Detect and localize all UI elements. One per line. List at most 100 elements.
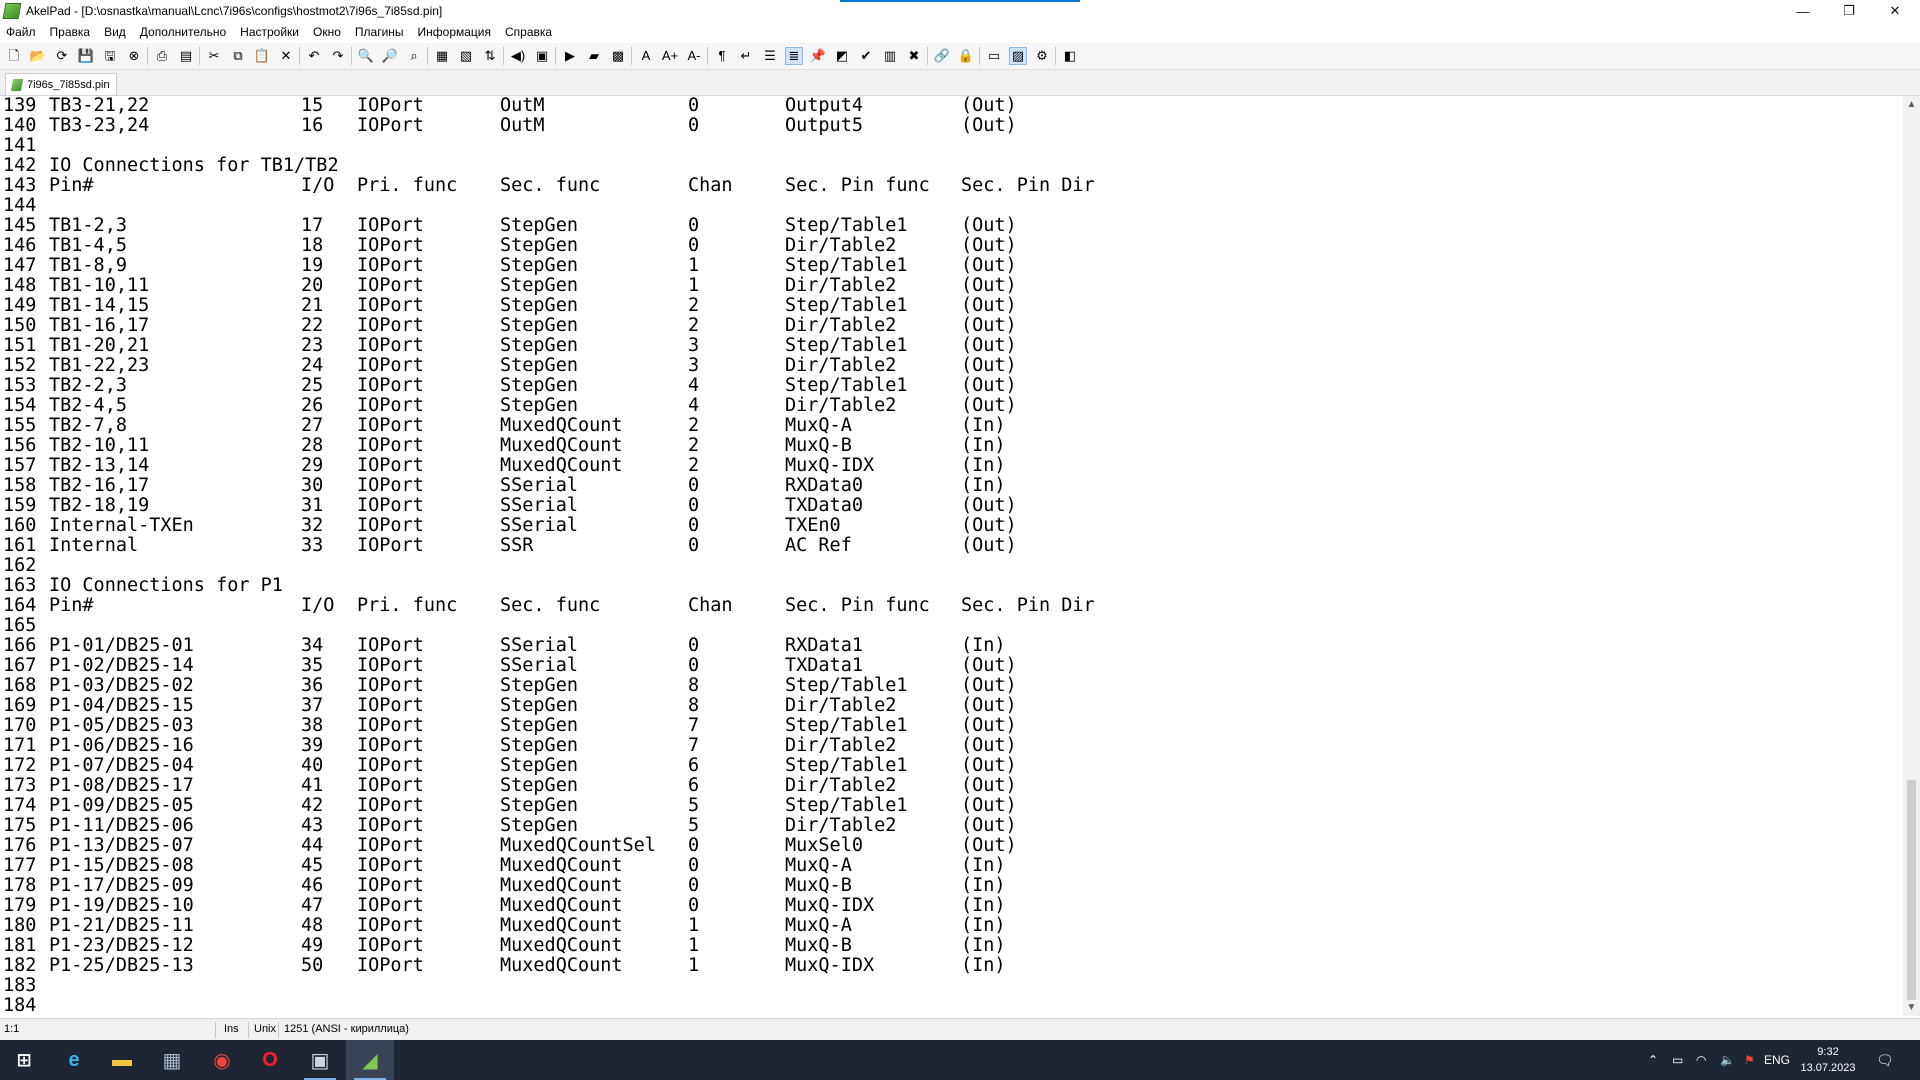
close-button[interactable]: ✕ — [1872, 0, 1918, 22]
text-line[interactable]: 153 TB2-2,3 25 IOPort StepGen 4 Step/Table1 (Ou… — [0, 376, 1100, 396]
show-whitespace-icon[interactable]: ¶ — [714, 48, 730, 64]
text-line[interactable]: 172 P1-07/DB25-04 40 IOPort StepGen 6 Step/Tab… — [0, 756, 1100, 776]
text-line[interactable]: 156 TB2-10,11 28 IOPort MuxedQCount 2 MuxQ-B (I… — [0, 436, 1100, 456]
minimize-button[interactable]: — — [1780, 0, 1826, 22]
network-icon[interactable]: ◠ — [1696, 1040, 1706, 1080]
text-line[interactable]: 163 IO Connections for P1 — [0, 576, 1100, 596]
text-line[interactable]: 168 P1-03/DB25-02 36 IOPort StepGen 8 Step/Tab… — [0, 676, 1100, 696]
text-line[interactable]: 143 Pin# I/O Pri. func Sec. func Chan Sec. Pin… — [0, 176, 1100, 196]
text-line[interactable]: 157 TB2-13,14 29 IOPort MuxedQCount 2 MuxQ-IDX… — [0, 456, 1100, 476]
font-bigger-icon[interactable]: A+ — [662, 48, 678, 64]
paste-icon[interactable]: 📋 — [254, 48, 270, 64]
text-line[interactable]: 173 P1-08/DB25-17 41 IOPort StepGen 6 Dir/Tabl… — [0, 776, 1100, 796]
text-line[interactable]: 166 P1-01/DB25-01 34 IOPort SSerial 0 RXData1 (… — [0, 636, 1100, 656]
text-line[interactable]: 155 TB2-7,8 27 IOPort MuxedQCount 2 MuxQ-A (In) — [0, 416, 1100, 436]
text-line[interactable]: 167 P1-02/DB25-14 35 IOPort SSerial 0 TXData1 (… — [0, 656, 1100, 676]
reopen-icon[interactable]: ⟳ — [54, 48, 70, 64]
text-line[interactable]: 154 TB2-4,5 26 IOPort StepGen 4 Dir/Table2 (Out… — [0, 396, 1100, 416]
save-icon[interactable]: 💾 — [78, 48, 94, 64]
text-line[interactable]: 182 P1-25/DB25-13 50 IOPort MuxedQCount 1 MuxQ… — [0, 956, 1100, 976]
line-numbers-icon[interactable]: ≣ — [785, 47, 803, 65]
text-line[interactable]: 175 P1-11/DB25-06 43 IOPort StepGen 5 Dir/Tabl… — [0, 816, 1100, 836]
menu-item[interactable]: Правка — [43, 25, 98, 39]
menu-item[interactable]: Информация — [411, 25, 498, 39]
copy-icon[interactable]: ⧉ — [230, 48, 246, 64]
tab-file[interactable]: 7i96s_7i85sd.pin — [5, 73, 117, 95]
redo-icon[interactable]: ↷ — [330, 48, 346, 64]
text-line[interactable]: 160 Internal-TXEn 32 IOPort SSerial 0 TXEn0 (Ou… — [0, 516, 1100, 536]
text-line[interactable]: 164 Pin# I/O Pri. func Sec. func Chan Sec. Pin… — [0, 596, 1100, 616]
scroll-down-icon[interactable]: ▼ — [1903, 999, 1920, 1016]
scroll-up-icon[interactable]: ▲ — [1903, 96, 1920, 113]
plugin-icon[interactable]: ◧ — [1062, 48, 1078, 64]
volume-icon[interactable]: 🔈 — [1720, 1040, 1735, 1080]
spellcheck-icon[interactable]: ✔ — [858, 48, 874, 64]
menu-item[interactable]: Дополнительно — [133, 25, 233, 39]
remote-app-icon[interactable]: ▣ — [296, 1040, 344, 1080]
text-line[interactable]: 170 P1-05/DB25-03 38 IOPort StepGen 7 Step/Tab… — [0, 716, 1100, 736]
text-line[interactable]: 183 — [0, 976, 1100, 996]
text-line[interactable]: 145 TB1-2,3 17 IOPort StepGen 0 Step/Table1 (Ou… — [0, 216, 1100, 236]
windows-start-icon[interactable]: ⊞ — [0, 1040, 48, 1080]
text-line[interactable]: 181 P1-23/DB25-12 49 IOPort MuxedQCount 1 MuxQ… — [0, 936, 1100, 956]
text-line[interactable]: 139 TB3-21,22 15 IOPort OutM 0 Output4 (Out) — [0, 96, 1100, 116]
text-line[interactable]: 140 TB3-23,24 16 IOPort OutM 0 Output5 (Out) — [0, 116, 1100, 136]
notifications-icon[interactable]: 🗨 — [1876, 1040, 1894, 1080]
menu-item[interactable]: Настройки — [233, 25, 306, 39]
maximize-button[interactable]: ❐ — [1826, 0, 1872, 22]
text-line[interactable]: 180 P1-21/DB25-11 48 IOPort MuxedQCount 1 MuxQ… — [0, 916, 1100, 936]
save-all-icon[interactable]: 🖫 — [102, 48, 118, 64]
akelpad-icon[interactable]: ◢ — [346, 1040, 394, 1080]
lock-icon[interactable]: 🔒 — [958, 48, 974, 64]
find-icon[interactable]: 🔍 — [358, 48, 374, 64]
text-line[interactable]: 142 IO Connections for TB1/TB2 — [0, 156, 1100, 176]
settings-icon[interactable]: ⚙ — [1034, 48, 1050, 64]
open-file-icon[interactable]: 📂 — [30, 48, 46, 64]
text-line[interactable]: 149 TB1-14,15 21 IOPort StepGen 2 Step/Table1 (… — [0, 296, 1100, 316]
clock[interactable]: 9:32 13.07.2023 — [1788, 1044, 1868, 1076]
column-select-icon[interactable]: ▦ — [434, 48, 450, 64]
scroll-thumb[interactable] — [1907, 780, 1916, 1000]
text-line[interactable]: 165 — [0, 616, 1100, 636]
show-hidden-icons-icon[interactable]: ⌃ — [1648, 1040, 1658, 1080]
link-icon[interactable]: 🔗 — [934, 48, 950, 64]
word-wrap-icon[interactable]: ↵ — [738, 48, 754, 64]
menu-item[interactable]: Файл — [0, 25, 43, 39]
opera-icon[interactable]: O — [246, 1040, 294, 1080]
encoding[interactable]: 1251 (ANSI - кириллица) — [284, 1023, 409, 1035]
tools-icon[interactable]: ✖ — [906, 48, 922, 64]
editor-area[interactable]: 139 TB3-21,22 15 IOPort OutM 0 Output4 (Out) 140… — [0, 96, 1903, 1016]
panel-icon[interactable]: ▭ — [986, 48, 1002, 64]
macro-icon[interactable]: ▣ — [534, 48, 550, 64]
text-line[interactable]: 162 — [0, 556, 1100, 576]
text-line[interactable]: 174 P1-09/DB25-05 42 IOPort StepGen 5 Step/Tab… — [0, 796, 1100, 816]
image-icon[interactable]: ▩ — [610, 48, 626, 64]
text-line[interactable]: 150 TB1-16,17 22 IOPort StepGen 2 Dir/Table2 (O… — [0, 316, 1100, 336]
akelpad-app-icon[interactable] — [2, 3, 22, 19]
font-smaller-icon[interactable]: A- — [686, 48, 702, 64]
sidebar-icon[interactable]: ☰ — [762, 48, 778, 64]
table-icon[interactable]: ▥ — [882, 48, 898, 64]
replace-icon[interactable]: ⌕ — [406, 48, 422, 64]
vertical-scrollbar[interactable]: ▲ ▼ — [1903, 96, 1920, 1016]
text-line[interactable]: 148 TB1-10,11 20 IOPort StepGen 1 Dir/Table2 (O… — [0, 276, 1100, 296]
text-line[interactable]: 152 TB1-22,23 24 IOPort StepGen 3 Dir/Table2 (O… — [0, 356, 1100, 376]
menu-item[interactable]: Плагины — [348, 25, 411, 39]
calculator-icon[interactable]: ▦ — [148, 1040, 196, 1080]
delete-icon[interactable]: ✕ — [278, 48, 294, 64]
chrome-icon[interactable]: ◉ — [198, 1040, 246, 1080]
text-line[interactable]: 159 TB2-18,19 31 IOPort SSerial 0 TXData0 (Out) — [0, 496, 1100, 516]
close-file-icon[interactable]: ⊗ — [126, 48, 142, 64]
text-line[interactable]: 179 P1-19/DB25-10 47 IOPort MuxedQCount 0 MuxQ… — [0, 896, 1100, 916]
text-line[interactable]: 151 TB1-20,21 23 IOPort StepGen 3 Step/Table1 (… — [0, 336, 1100, 356]
language-indicator[interactable]: ENG — [1764, 1040, 1790, 1080]
text-line[interactable]: 171 P1-06/DB25-16 39 IOPort StepGen 7 Dir/Tabl… — [0, 736, 1100, 756]
text-line[interactable]: 158 TB2-16,17 30 IOPort SSerial 0 RXData0 (In) — [0, 476, 1100, 496]
find-next-icon[interactable]: 🔎 — [382, 48, 398, 64]
newline-format[interactable]: Unix — [254, 1023, 276, 1035]
text-line[interactable]: 178 P1-17/DB25-09 46 IOPort MuxedQCount 0 MuxQ… — [0, 876, 1100, 896]
print-icon[interactable]: ⎙ — [154, 48, 170, 64]
export-icon[interactable]: ▰ — [586, 48, 602, 64]
text-line[interactable]: 141 — [0, 136, 1100, 156]
audio-icon[interactable]: ◀) — [510, 48, 526, 64]
